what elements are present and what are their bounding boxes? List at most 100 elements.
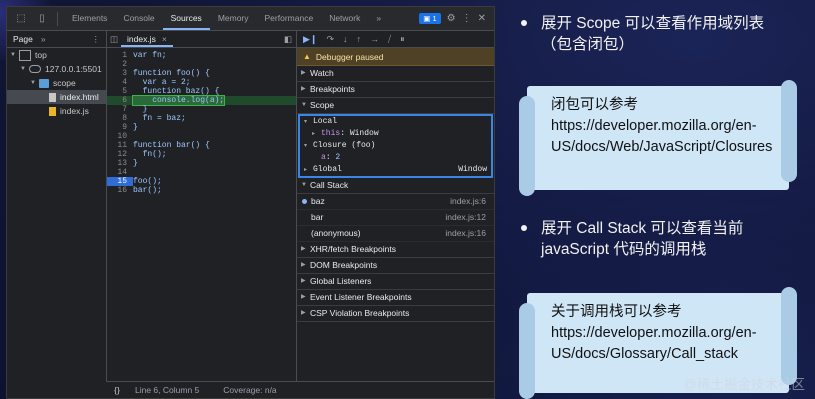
step-icon[interactable]: → bbox=[370, 34, 379, 44]
line-source: } bbox=[133, 159, 138, 168]
code-line[interactable]: 5 function baz() { bbox=[107, 87, 296, 96]
navigator-menu-icon[interactable]: ⋮ bbox=[92, 34, 101, 45]
code-line[interactable]: 15 foo(); bbox=[107, 177, 296, 186]
code-line[interactable]: 10 bbox=[107, 132, 296, 141]
code-line[interactable]: 13} bbox=[107, 159, 296, 168]
line-number[interactable]: 13 bbox=[107, 159, 133, 168]
line-number[interactable]: 10 bbox=[107, 132, 133, 141]
section-watch[interactable]: ▶ Watch bbox=[297, 66, 494, 82]
inspect-element-icon[interactable]: ⬚ bbox=[14, 12, 28, 26]
tab-performance[interactable]: Performance bbox=[257, 7, 322, 30]
tab-sources[interactable]: Sources bbox=[162, 7, 210, 30]
step-into-icon[interactable]: ↓ bbox=[343, 34, 348, 44]
tree-item[interactable]: ▼ scope bbox=[7, 76, 106, 90]
navigator-header: Page » ⋮ bbox=[7, 31, 106, 48]
line-number[interactable]: 7 bbox=[107, 105, 133, 114]
line-number[interactable]: 6 bbox=[107, 96, 133, 105]
line-number[interactable]: 4 bbox=[107, 78, 133, 87]
section-breakpoints[interactable]: ▶ Breakpoints bbox=[297, 82, 494, 98]
line-number[interactable]: 16 bbox=[107, 186, 133, 195]
code-line[interactable]: 11 function bar() { bbox=[107, 141, 296, 150]
code-line[interactable]: 4 var a = 2; bbox=[107, 78, 296, 87]
section-dom-breakpoints[interactable]: ▶ DOM Breakpoints bbox=[297, 258, 494, 274]
bullet-dot bbox=[521, 20, 527, 26]
scope-value: Window bbox=[349, 129, 379, 138]
line-number[interactable]: 8 bbox=[107, 114, 133, 123]
close-icon[interactable]: ✕ bbox=[478, 13, 486, 24]
close-tab-icon[interactable]: × bbox=[162, 34, 167, 44]
scope-row[interactable]: ▾ Local bbox=[300, 116, 491, 128]
scope-row[interactable]: a: 2 bbox=[300, 152, 491, 164]
pretty-print-button[interactable]: {} bbox=[107, 385, 127, 395]
step-over-icon[interactable]: ↷ bbox=[326, 34, 334, 45]
call-frame-location[interactable]: index.js:16 bbox=[445, 226, 494, 241]
line-number[interactable]: 12 bbox=[107, 150, 133, 159]
section-call-stack[interactable]: ▼ Call Stack bbox=[297, 178, 494, 194]
tab-memory[interactable]: Memory bbox=[210, 7, 257, 30]
note-url-line-2[interactable]: US/docs/Glossary/Call_stack bbox=[551, 344, 789, 365]
deactivate-breakpoints-icon[interactable]: ⧸ bbox=[388, 34, 391, 45]
scope-row[interactable]: ▸ this: Window bbox=[300, 128, 491, 140]
code-line[interactable]: 16 bar(); bbox=[107, 186, 296, 195]
navigator-more-button[interactable]: » bbox=[41, 34, 46, 44]
tab-network[interactable]: Network bbox=[321, 7, 368, 30]
code-line[interactable]: 8 fn = baz; bbox=[107, 114, 296, 123]
pause-on-exceptions-icon[interactable]: ⏸ bbox=[400, 34, 405, 45]
step-out-icon[interactable]: ↑ bbox=[357, 34, 362, 44]
debugger-toolbar: ▶❙ ↷ ↓ ↑ → ⧸ ⏸ bbox=[297, 31, 494, 48]
tab-console[interactable]: Console bbox=[115, 7, 162, 30]
code-line[interactable]: 2 bbox=[107, 60, 296, 69]
note-url-line-1[interactable]: https://developer.mozilla.org/en- bbox=[551, 323, 789, 344]
line-number[interactable]: 3 bbox=[107, 69, 133, 78]
toggle-debugger-icon[interactable]: ◧ bbox=[284, 34, 296, 45]
line-number[interactable]: 14 bbox=[107, 168, 133, 177]
section-xhr-fetch-breakpoints[interactable]: ▶ XHR/fetch Breakpoints bbox=[297, 242, 494, 258]
section-label: Global Listeners bbox=[310, 276, 372, 286]
line-number[interactable]: 15 bbox=[107, 177, 133, 186]
scope-row[interactable]: ▾ Closure (foo) bbox=[300, 140, 491, 152]
section-global-listeners[interactable]: ▶ Global Listeners bbox=[297, 274, 494, 290]
tree-item[interactable]: ▼ top bbox=[7, 48, 106, 62]
settings-gear-icon[interactable]: ⚙ bbox=[447, 13, 456, 24]
code-line[interactable]: 12 fn(); bbox=[107, 150, 296, 159]
tree-item[interactable]: index.js bbox=[7, 104, 106, 118]
scope-name: Local bbox=[313, 117, 338, 126]
section-label: CSP Violation Breakpoints bbox=[310, 308, 410, 318]
code-line[interactable]: 7 } bbox=[107, 105, 296, 114]
section-csp-violation-breakpoints[interactable]: ▶ CSP Violation Breakpoints bbox=[297, 306, 494, 322]
line-number[interactable]: 2 bbox=[107, 60, 133, 69]
code-line[interactable]: 9} bbox=[107, 123, 296, 132]
line-number[interactable]: 9 bbox=[107, 123, 133, 132]
call-frame-location[interactable]: index.js:12 bbox=[445, 210, 494, 225]
code-line[interactable]: 1 var fn; bbox=[107, 51, 296, 60]
call-frame-location[interactable]: index.js:6 bbox=[450, 194, 494, 209]
issues-badge[interactable]: ▣ 1 bbox=[419, 13, 441, 24]
line-source: function baz() { bbox=[133, 87, 220, 96]
section-scope[interactable]: ▼ Scope bbox=[297, 98, 494, 114]
expand-arrow-icon: ▶ bbox=[301, 278, 306, 284]
code-line[interactable]: 3 function foo() { bbox=[107, 69, 296, 78]
resume-icon[interactable]: ▶❙ bbox=[303, 34, 317, 45]
note-url-line-2[interactable]: US/docs/Web/JavaScript/Closures bbox=[551, 137, 789, 158]
navigator-tab-page[interactable]: Page bbox=[13, 34, 33, 44]
line-number[interactable]: 1 bbox=[107, 51, 133, 60]
line-number[interactable]: 5 bbox=[107, 87, 133, 96]
tree-item[interactable]: ▼ 127.0.0.1:5501 bbox=[7, 62, 106, 76]
tree-item[interactable]: index.html bbox=[7, 90, 106, 104]
call-frame[interactable]: baz index.js:6 bbox=[297, 194, 494, 210]
scope-row[interactable]: ▸ Global Window bbox=[300, 164, 491, 176]
call-frame[interactable]: (anonymous) index.js:16 bbox=[297, 226, 494, 242]
file-tab-index-js[interactable]: index.js × bbox=[121, 31, 173, 47]
note-url-line-1[interactable]: https://developer.mozilla.org/en- bbox=[551, 116, 789, 137]
code-line[interactable]: 14 bbox=[107, 168, 296, 177]
tab-elements[interactable]: Elements bbox=[64, 7, 115, 30]
device-toolbar-icon[interactable]: ▯ bbox=[35, 12, 49, 26]
line-number[interactable]: 11 bbox=[107, 141, 133, 150]
kebab-menu-icon[interactable]: ⋮ bbox=[462, 13, 472, 24]
section-event-listener-breakpoints[interactable]: ▶ Event Listener Breakpoints bbox=[297, 290, 494, 306]
section-label: Event Listener Breakpoints bbox=[310, 292, 412, 302]
more-tabs-button[interactable]: » bbox=[368, 7, 389, 30]
toggle-navigator-icon[interactable]: ◫ bbox=[107, 34, 121, 45]
call-frame[interactable]: bar index.js:12 bbox=[297, 210, 494, 226]
code-line[interactable]: 6 console.log(a); bbox=[107, 95, 296, 106]
